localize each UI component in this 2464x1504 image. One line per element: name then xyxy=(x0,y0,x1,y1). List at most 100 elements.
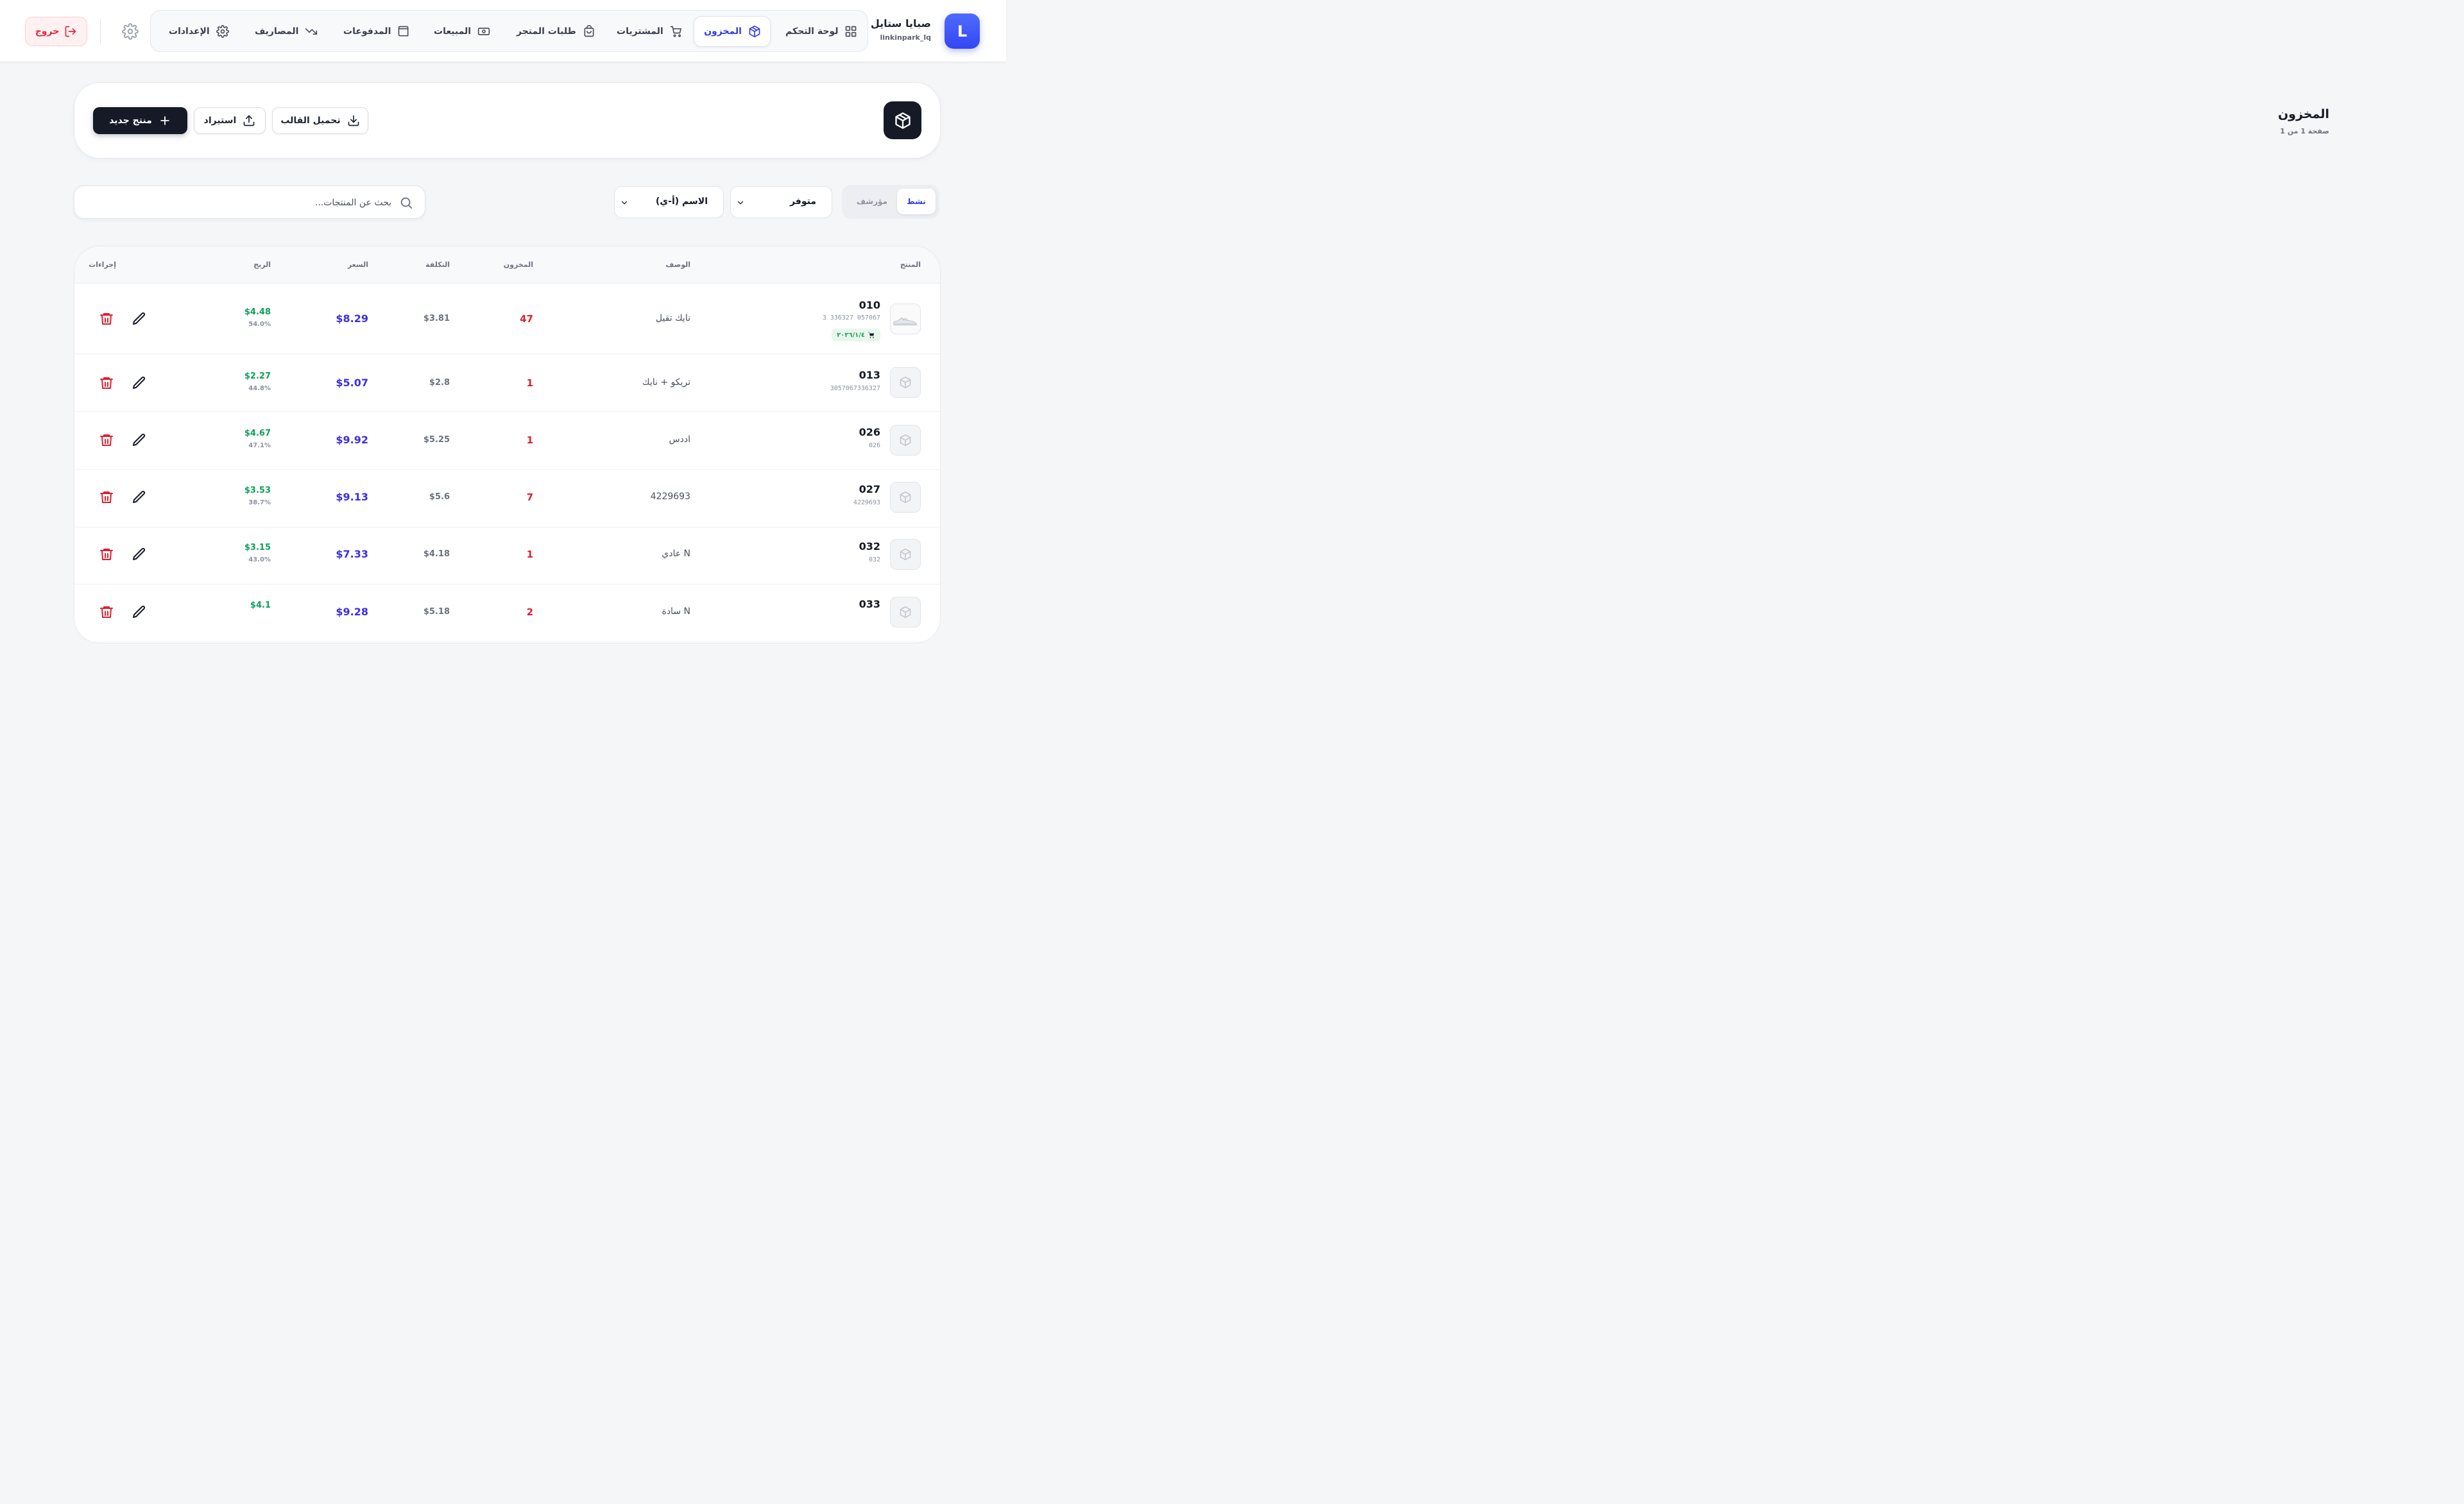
nav-settings-label: الإعدادات xyxy=(169,26,210,37)
product-stock: 2 xyxy=(526,606,533,618)
nav-payments[interactable]: المدفوعات xyxy=(334,16,419,47)
product-profit: $4.1 xyxy=(250,601,271,610)
product-price: $7.33 xyxy=(336,548,368,560)
product-placeholder xyxy=(890,539,921,570)
column-stock: المخزون xyxy=(503,261,533,269)
download-template-button[interactable]: تحميل القالب xyxy=(272,107,368,134)
product-margin: 54.0% xyxy=(248,321,271,328)
product-stock: 7 xyxy=(526,491,533,503)
logout-button[interactable]: خروج xyxy=(25,17,87,46)
column-price: السعر xyxy=(347,261,368,269)
table-row[interactable]: 033 سادة N 2 $5.18 $9.28 $4.1 xyxy=(74,585,940,642)
nav-payments-label: المدفوعات xyxy=(343,26,391,37)
availability-select[interactable]: متوفر xyxy=(730,186,832,218)
product-cost: $3.81 xyxy=(423,314,450,323)
nav-store-orders[interactable]: طلبات المتجر xyxy=(508,16,604,47)
product-margin: 47.1% xyxy=(248,442,271,449)
table-row[interactable]: 010 3 336327 057067 ٢٠٢٦/١/٤ نايك تقيل 4… xyxy=(74,284,940,354)
cash-icon xyxy=(477,25,490,38)
table-header: المنتج الوصف المخزون التكلفة السعر الربح… xyxy=(74,246,940,284)
product-name: 026 xyxy=(859,426,880,438)
nav-sales-label: المبيعات xyxy=(434,26,472,37)
date-badge: ٢٠٢٦/١/٤ xyxy=(832,329,880,341)
product-cost: $2.8 xyxy=(429,378,450,388)
products-table: المنتج الوصف المخزون التكلفة السعر الربح… xyxy=(74,246,941,644)
sort-select[interactable]: الاسم (أ-ي) xyxy=(614,186,724,218)
avatar[interactable]: L xyxy=(945,13,980,49)
edit-icon[interactable] xyxy=(132,604,147,620)
product-name: 013 xyxy=(859,369,880,381)
date-badge-label: ٢٠٢٦/١/٤ xyxy=(837,331,865,339)
box-icon xyxy=(899,491,912,504)
table-row[interactable]: 027 4229693 4229693 7 $5.6 $9.13 $3.53 3… xyxy=(74,470,940,527)
nav-dashboard[interactable]: لوحة التحكم xyxy=(776,16,866,47)
sort-value: الاسم (أ-ي) xyxy=(655,196,708,207)
delete-icon[interactable] xyxy=(99,490,114,505)
delete-icon[interactable] xyxy=(99,547,114,562)
edit-icon[interactable] xyxy=(132,490,147,505)
download-template-label: تحميل القالب xyxy=(280,115,341,126)
product-profit: $4.67 xyxy=(244,429,271,438)
table-row[interactable]: 026 026 اددس 1 $5.25 $9.92 $4.67 47.1% xyxy=(74,412,940,470)
edit-icon[interactable] xyxy=(132,547,147,562)
status-toggle: نشط مؤرشف xyxy=(842,185,939,219)
column-cost: التكلفة xyxy=(425,261,450,269)
product-price: $8.29 xyxy=(336,312,368,325)
settings-gear-icon[interactable] xyxy=(122,23,139,40)
nav-settings[interactable]: الإعدادات xyxy=(160,16,238,47)
status-archived-option[interactable]: مؤرشف xyxy=(850,189,894,214)
product-cost: $4.18 xyxy=(423,549,450,559)
product-margin: 44.8% xyxy=(248,385,271,392)
upload-icon xyxy=(243,114,255,127)
nav-sales[interactable]: المبيعات xyxy=(425,16,499,47)
status-active-option[interactable]: نشط xyxy=(897,189,936,214)
nav-inventory[interactable]: المخزون xyxy=(694,16,771,47)
product-stock: 1 xyxy=(526,549,533,560)
availability-value: متوفر xyxy=(789,196,816,207)
nav-store-orders-label: طلبات المتجر xyxy=(517,26,576,37)
delete-icon[interactable] xyxy=(99,311,114,327)
product-name: 033 xyxy=(859,598,880,610)
product-description: عادي N xyxy=(662,549,690,559)
nav-purchases[interactable]: المشتريات xyxy=(608,16,692,47)
product-profit: $2.27 xyxy=(244,372,271,381)
import-label: استيراد xyxy=(203,115,237,126)
product-stock: 1 xyxy=(526,434,533,446)
column-description: الوصف xyxy=(665,261,690,269)
avatar-letter: L xyxy=(957,22,968,40)
table-row[interactable]: 032 032 عادي N 1 $4.18 $7.33 $3.15 43.0% xyxy=(74,527,940,585)
product-description: نايك تقيل xyxy=(655,313,690,323)
search-input[interactable] xyxy=(85,192,391,213)
product-stock: 1 xyxy=(526,377,533,389)
column-actions: إجراءات xyxy=(89,261,116,269)
table-row[interactable]: 013 3057067336327 تريكو + نايك 1 $2.8 $5… xyxy=(74,354,940,412)
product-name: 027 xyxy=(859,483,880,495)
download-icon xyxy=(347,114,360,127)
cart-icon xyxy=(670,25,683,38)
product-name: 032 xyxy=(859,540,880,552)
product-barcode: 032 xyxy=(868,556,880,563)
cart-icon xyxy=(868,331,875,339)
store-username: linkinpark_lq xyxy=(880,33,931,42)
store-name: صبايا ستايل xyxy=(870,17,931,30)
delete-icon[interactable] xyxy=(99,375,114,391)
delete-icon[interactable] xyxy=(99,604,114,620)
delete-icon[interactable] xyxy=(99,432,114,448)
import-button[interactable]: استيراد xyxy=(194,107,266,134)
plus-icon xyxy=(158,114,171,127)
top-bar: L صبايا ستايل linkinpark_lq لوحة التحكم … xyxy=(0,0,1006,62)
edit-icon[interactable] xyxy=(132,311,147,327)
product-placeholder xyxy=(890,367,921,398)
box-icon xyxy=(899,434,912,447)
product-cost: $5.6 xyxy=(429,492,450,502)
edit-icon[interactable] xyxy=(132,375,147,391)
trending-down-icon xyxy=(305,25,318,38)
product-barcode: 026 xyxy=(868,442,880,449)
nav-expenses-label: المصاريف xyxy=(255,26,299,37)
product-placeholder xyxy=(890,425,921,456)
edit-icon[interactable] xyxy=(132,432,147,448)
chevron-down-icon xyxy=(736,198,745,207)
product-description: سادة N xyxy=(662,606,690,617)
new-product-button[interactable]: منتج جديد xyxy=(93,107,187,134)
nav-expenses[interactable]: المصاريف xyxy=(246,16,327,47)
